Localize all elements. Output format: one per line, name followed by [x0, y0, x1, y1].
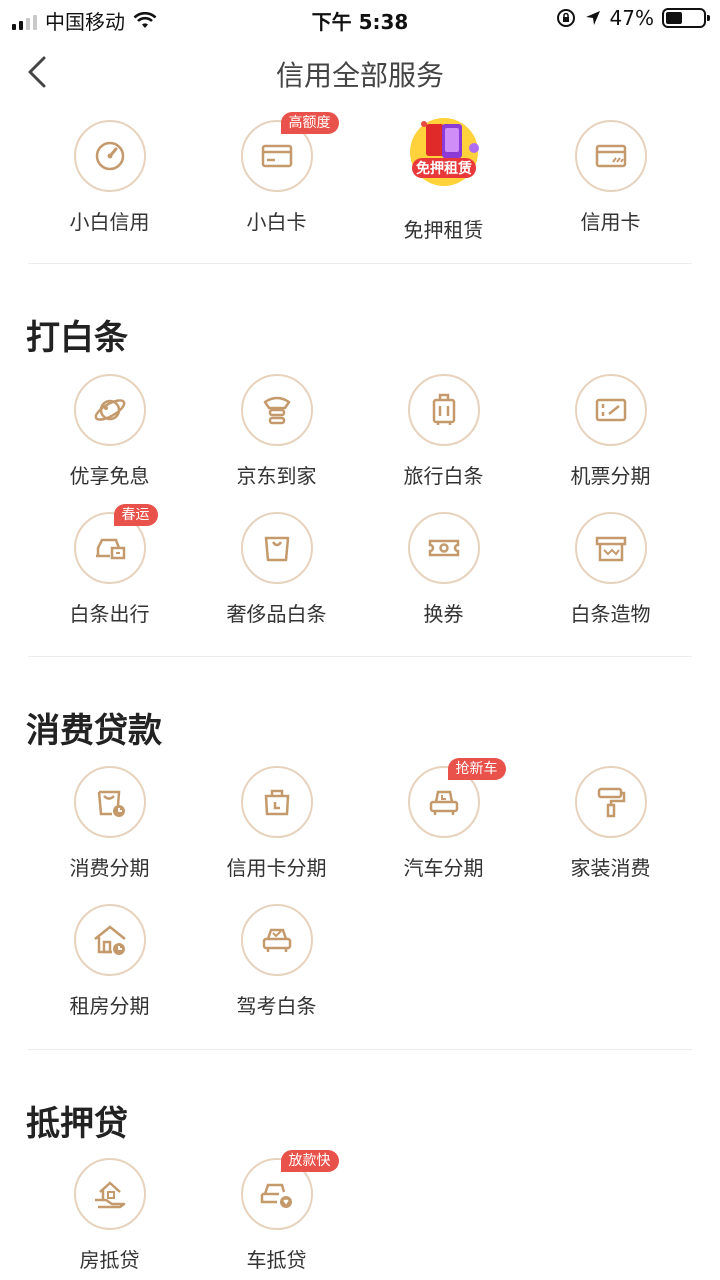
service-exchange-coupon[interactable]: 换券 [360, 512, 527, 627]
bag-clock-icon [73, 766, 146, 838]
service-label: 汽车分期 [403, 856, 484, 880]
battery-percent: 47% [609, 6, 654, 30]
service-jd-daojia[interactable]: 京东到家 [193, 374, 360, 489]
service-label: 家装消费 [570, 856, 651, 880]
location-icon [585, 11, 600, 25]
status-bar: 中国移动 下午 5:38 47% [0, 0, 720, 36]
orientation-lock-icon [556, 9, 575, 27]
service-credit-card[interactable]: 信用卡 [527, 120, 694, 235]
service-label: 小白卡 [246, 210, 307, 234]
bag-clock-icon [240, 766, 313, 838]
service-baitiao-zaowu[interactable]: 白条造物 [527, 512, 694, 627]
service-car-installment[interactable]: 抢新车 汽车分期 [360, 758, 527, 881]
service-label: 换券 [423, 602, 464, 626]
car-heart-icon: 放款快 [240, 1150, 339, 1230]
service-label: 京东到家 [236, 464, 317, 488]
service-label: 车抵贷 [246, 1248, 307, 1272]
service-credit-card-installment[interactable]: 信用卡分期 [193, 766, 360, 881]
taxi-icon: 春运 [73, 504, 158, 584]
coupon-icon [407, 512, 480, 584]
divider [28, 656, 692, 657]
planet-icon [73, 374, 146, 446]
shopping-bag-icon [240, 512, 313, 584]
service-label: 奢侈品白条 [226, 602, 327, 626]
service-xiaobai-credit[interactable]: 小白信用 [26, 120, 193, 235]
car-check-icon [240, 904, 313, 976]
badge-high-limit: 高额度 [280, 112, 339, 134]
house-hand-icon [73, 1158, 146, 1230]
service-car-mortgage[interactable]: 放款快 车抵贷 [193, 1150, 360, 1273]
service-interest-free[interactable]: 优享免息 [26, 374, 193, 489]
gauge-icon [73, 120, 146, 192]
section-title-mortgage-loan: 抵押贷 [26, 1104, 128, 1144]
badge-fast-loan: 放款快 [280, 1150, 339, 1172]
battery-icon [662, 8, 710, 28]
service-label: 房抵贷 [79, 1248, 140, 1272]
mascot-icon [240, 374, 313, 446]
service-label: 机票分期 [570, 464, 651, 488]
service-label: 信用卡分期 [226, 856, 327, 880]
service-label: 驾考白条 [236, 994, 317, 1018]
car-clock-icon: 抢新车 [407, 758, 506, 838]
section-title-baitiao: 打白条 [26, 318, 128, 358]
service-travel-baitiao[interactable]: 旅行白条 [360, 374, 527, 489]
suitcase-icon [407, 374, 480, 446]
service-xiaobai-card[interactable]: 高额度 小白卡 [193, 112, 360, 235]
service-driving-test-baitiao[interactable]: 驾考白条 [193, 904, 360, 1019]
section-title-consumer-loan: 消费贷款 [26, 711, 162, 751]
badge-new-car: 抢新车 [447, 758, 506, 780]
page-title: 信用全部服务 [275, 59, 444, 92]
promo-text: 免押租赁 [416, 160, 472, 177]
service-luxury-baitiao[interactable]: 奢侈品白条 [193, 512, 360, 627]
service-consumer-installment[interactable]: 消费分期 [26, 766, 193, 881]
badge-spring-festival: 春运 [113, 504, 158, 526]
service-label: 消费分期 [69, 856, 150, 880]
paint-roller-icon [574, 766, 647, 838]
service-label: 白条造物 [570, 602, 651, 626]
ticket-icon [574, 374, 647, 446]
divider [28, 263, 692, 264]
service-label: 小白信用 [69, 210, 150, 234]
service-label: 优享免息 [69, 464, 150, 488]
service-deposit-free-rental[interactable]: 免押租赁 免押租赁 [360, 118, 527, 243]
service-label: 白条出行 [69, 602, 150, 626]
phone-promo-icon: 免押租赁 [409, 118, 479, 186]
store-icon [574, 512, 647, 584]
service-flight-installment[interactable]: 机票分期 [527, 374, 694, 489]
service-label: 旅行白条 [403, 464, 484, 488]
service-baitiao-travel[interactable]: 春运 白条出行 [26, 504, 193, 627]
house-clock-icon [73, 904, 146, 976]
service-label: 信用卡 [580, 210, 641, 234]
service-house-mortgage[interactable]: 房抵贷 [26, 1158, 193, 1273]
service-home-decoration[interactable]: 家装消费 [527, 766, 694, 881]
service-label: 租房分期 [69, 994, 150, 1018]
divider [28, 1049, 692, 1050]
card-icon: 高额度 [240, 112, 339, 192]
credit-card-icon [574, 120, 647, 192]
service-label: 免押租赁 [403, 218, 484, 242]
nav-bar: 信用全部服务 [0, 40, 720, 106]
service-rent-installment[interactable]: 租房分期 [26, 904, 193, 1019]
